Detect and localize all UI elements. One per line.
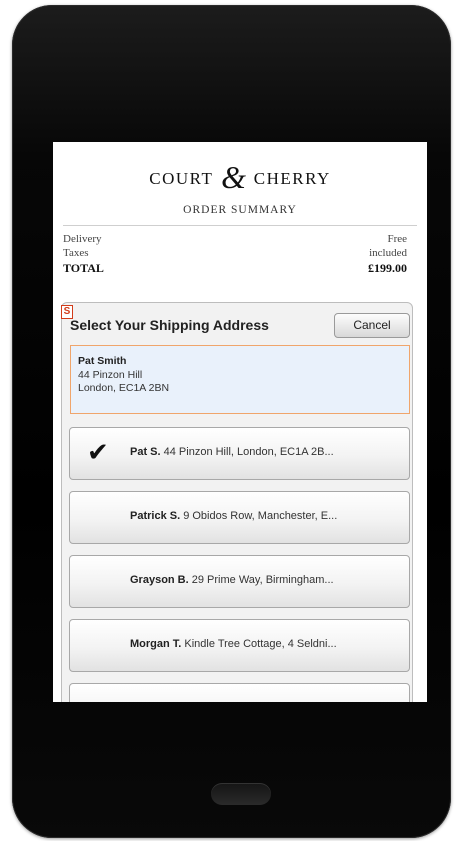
address-text: Morgan T. Kindle Tree Cottage, 4 Seldni.… (130, 638, 337, 650)
address-text: Grayson B. 29 Prime Way, Birmingham... (130, 574, 334, 586)
sheet-title: Select Your Shipping Address (70, 317, 269, 333)
selected-line2: London, EC1A 2BN (78, 382, 170, 394)
taxes-value: included (369, 247, 407, 259)
address-option[interactable]: ✔ Pat S. 44 Pinzon Hill, London, EC1A 2B… (69, 427, 410, 480)
address-text: Pat S. 44 Pinzon Hill, London, EC1A 2B..… (130, 446, 334, 458)
address-text: Patrick S. 9 Obidos Row, Manchester, E..… (130, 510, 338, 522)
selected-line1: 44 Pinzon Hill (78, 369, 143, 381)
address-option[interactable] (69, 683, 410, 702)
address-option[interactable]: Patrick S. 9 Obidos Row, Manchester, E..… (69, 491, 410, 544)
checkmark-icon: ✔ (87, 438, 109, 468)
selected-name: Pat Smith (78, 355, 127, 367)
total-value: £199.00 (368, 261, 407, 275)
address-option[interactable]: Grayson B. 29 Prime Way, Birmingham... (69, 555, 410, 608)
brand-logo: COURT & CHERRY (149, 159, 331, 195)
divider (63, 225, 417, 226)
delivery-value: Free (387, 233, 407, 245)
delivery-label: Delivery (63, 233, 102, 245)
total-label: TOTAL (63, 261, 104, 275)
screen: COURT & CHERRY ORDER SUMMARY Delivery Fr… (53, 142, 427, 702)
home-button[interactable] (211, 783, 271, 805)
address-option[interactable]: Morgan T. Kindle Tree Cottage, 4 Seldni.… (69, 619, 410, 672)
cancel-button[interactable]: Cancel (334, 313, 410, 338)
taxes-label: Taxes (63, 247, 89, 259)
page-title: ORDER SUMMARY (183, 204, 297, 216)
